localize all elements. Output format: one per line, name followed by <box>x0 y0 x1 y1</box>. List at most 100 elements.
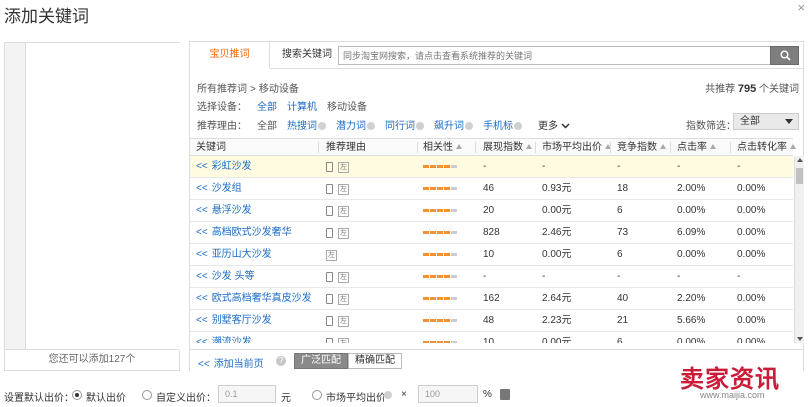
device-option-mobile[interactable]: 移动设备 <box>327 102 367 113</box>
custom-bid-option[interactable]: 自定义出价： <box>156 389 216 404</box>
cell-competition: 6 <box>617 337 623 343</box>
help-dot-icon <box>384 391 392 399</box>
table-row[interactable]: <<潮流沙发左100.00元60.00%0.00% <box>190 332 793 343</box>
keyword-table: 关键词 推荐理由 相关性 展现指数 市场平均出价 竞争指数 点击率 点击转化率 … <box>190 138 804 343</box>
relevance-segment <box>423 187 429 190</box>
more-button[interactable]: 更多 <box>538 121 570 132</box>
cell-competition: - <box>617 161 621 172</box>
keyword-text: 彩虹沙发 <box>211 161 252 172</box>
caret-down-icon <box>785 119 793 124</box>
scroll-thumb[interactable] <box>796 168 803 184</box>
cell-impressions: 162 <box>483 293 500 304</box>
relevance-segment <box>451 297 457 300</box>
reason-tag-icon: 左 <box>338 162 349 173</box>
keyword-text: 欧式高档奢华真皮沙发 <box>211 293 312 304</box>
close-icon[interactable]: × <box>797 0 805 15</box>
keyword-add-link[interactable]: << 亚历山大沙发 <box>196 244 272 265</box>
radio-default-bid[interactable] <box>72 390 82 400</box>
table-row[interactable]: << 彩虹沙发 左 - - - - - <box>190 156 793 178</box>
relevance-segment <box>423 341 429 343</box>
table-scrollbar[interactable] <box>794 156 804 343</box>
reason-tag-icon: 左 <box>338 338 349 343</box>
keyword-add-link[interactable]: << 彩虹沙发 <box>196 156 252 177</box>
col-avg-bid[interactable]: 市场平均出价 <box>542 139 611 156</box>
keyword-add-link[interactable]: << 欧式高档奢华真皮沙发 <box>196 288 312 309</box>
relevance-segment <box>444 165 450 168</box>
table-row[interactable]: << 沙发组 左 46 0.93元 18 2.00% 0.00% <box>190 178 793 200</box>
reason-option-hot[interactable]: 热搜词 <box>287 121 326 132</box>
radio-custom-bid[interactable] <box>142 390 152 400</box>
col-divider <box>475 142 476 153</box>
market-bid-option[interactable]: 市场平均出价 <box>326 389 386 404</box>
index-filter-select[interactable]: 全部 <box>733 113 799 130</box>
relevance-bar <box>423 341 458 343</box>
cell-ctr: 0.00% <box>677 205 706 216</box>
relevance-segment <box>437 231 443 234</box>
search-input[interactable] <box>338 46 771 65</box>
cell-cvr: - <box>737 271 741 282</box>
col-divider <box>670 142 671 153</box>
keyword-text: 高档欧式沙发奢华 <box>211 227 292 238</box>
reason-option-potential[interactable]: 潜力词 <box>336 121 375 132</box>
table-row[interactable]: << 亚历山大沙发 左 10 0.00元 6 0.00% 0.00% <box>190 244 793 266</box>
add-current-page-button[interactable]: << 添加当前页 <box>198 355 264 370</box>
col-relevance[interactable]: 相关性 <box>423 139 462 156</box>
keyword-add-link[interactable]: << 沙发 头等 <box>196 266 254 287</box>
keyword-add-link[interactable]: << 潮流沙发 <box>196 332 252 343</box>
relevance-segment <box>444 297 450 300</box>
radio-market-bid[interactable] <box>312 390 322 400</box>
help-dot-icon <box>416 122 424 130</box>
device-option-computer[interactable]: 计算机 <box>287 102 317 113</box>
help-icon[interactable]: ? <box>276 356 286 366</box>
table-row[interactable]: << 高档欧式沙发奢华 左 828 2.46元 73 6.09% 0.00% <box>190 222 793 244</box>
default-bid-option[interactable]: 默认出价 <box>86 389 126 404</box>
index-filter-value: 全部 <box>740 116 760 127</box>
calculator-icon[interactable] <box>500 389 510 400</box>
phone-icon <box>326 206 333 216</box>
col-ctr[interactable]: 点击率 <box>677 139 716 156</box>
tab-search-keywords[interactable]: 搜索关键词 <box>274 42 340 69</box>
tab-item-recommend[interactable]: 宝贝推词 <box>190 42 270 69</box>
selected-keywords-list[interactable] <box>25 43 180 350</box>
keyword-add-link[interactable]: << 高档欧式沙发奢华 <box>196 222 292 243</box>
dialog-title: 添加关键词 <box>4 7 89 26</box>
cell-avg-bid: 2.64元 <box>542 293 572 304</box>
index-filter-label: 指数筛选： <box>686 121 736 132</box>
col-cvr[interactable]: 点击转化率 <box>737 139 796 156</box>
reason-option-peer[interactable]: 同行词 <box>385 121 424 132</box>
search-button[interactable] <box>770 46 799 65</box>
scroll-up-icon[interactable] <box>797 158 803 162</box>
table-row[interactable]: << 沙发 头等 左 - - - - - <box>190 266 793 288</box>
relevance-segment <box>437 187 443 190</box>
scroll-down-icon[interactable] <box>797 337 803 341</box>
tab-bar: 宝贝推词 搜索关键词 <box>190 42 803 69</box>
device-option-all[interactable]: 全部 <box>257 102 277 113</box>
help-dot-icon <box>465 122 473 130</box>
percent-input[interactable] <box>418 385 478 403</box>
exact-match-button[interactable]: 精确匹配 <box>348 353 402 369</box>
reason-option-all[interactable]: 全部 <box>257 121 277 132</box>
breadcrumb-root[interactable]: 所有推荐词 <box>197 84 247 95</box>
custom-bid-input[interactable] <box>218 385 276 403</box>
relevance-segment <box>437 275 443 278</box>
total-number: 795 <box>737 83 757 95</box>
table-row[interactable]: << 别墅客厅沙发 左 48 2.23元 21 5.66% 0.00% <box>190 310 793 332</box>
keyword-add-link[interactable]: << 沙发组 <box>196 178 242 199</box>
col-competition[interactable]: 竞争指数 <box>617 139 666 156</box>
table-row[interactable]: << 欧式高档奢华真皮沙发 左 162 2.64元 40 2.20% 0.00% <box>190 288 793 310</box>
cell-competition: 6 <box>617 249 623 260</box>
keyword-text: 亚历山大沙发 <box>211 249 272 260</box>
col-impressions[interactable]: 展现指数 <box>483 139 532 156</box>
keyword-text: 悬浮沙发 <box>211 205 252 216</box>
breadcrumb-separator: > <box>250 84 256 95</box>
col-divider <box>610 142 611 153</box>
keyword-add-link[interactable]: << 悬浮沙发 <box>196 200 252 221</box>
table-row[interactable]: << 悬浮沙发 左 20 0.00元 6 0.00% 0.00% <box>190 200 793 222</box>
broad-match-button[interactable]: 广泛匹配 <box>294 353 348 369</box>
reason-option-rising[interactable]: 飙升词 <box>434 121 473 132</box>
cell-competition: - <box>617 271 621 282</box>
reason-option-mobile[interactable]: 手机标 <box>483 121 522 132</box>
cell-ctr: 0.00% <box>677 249 706 260</box>
keyword-add-link[interactable]: << 别墅客厅沙发 <box>196 310 272 331</box>
cell-avg-bid: 2.46元 <box>542 227 572 238</box>
